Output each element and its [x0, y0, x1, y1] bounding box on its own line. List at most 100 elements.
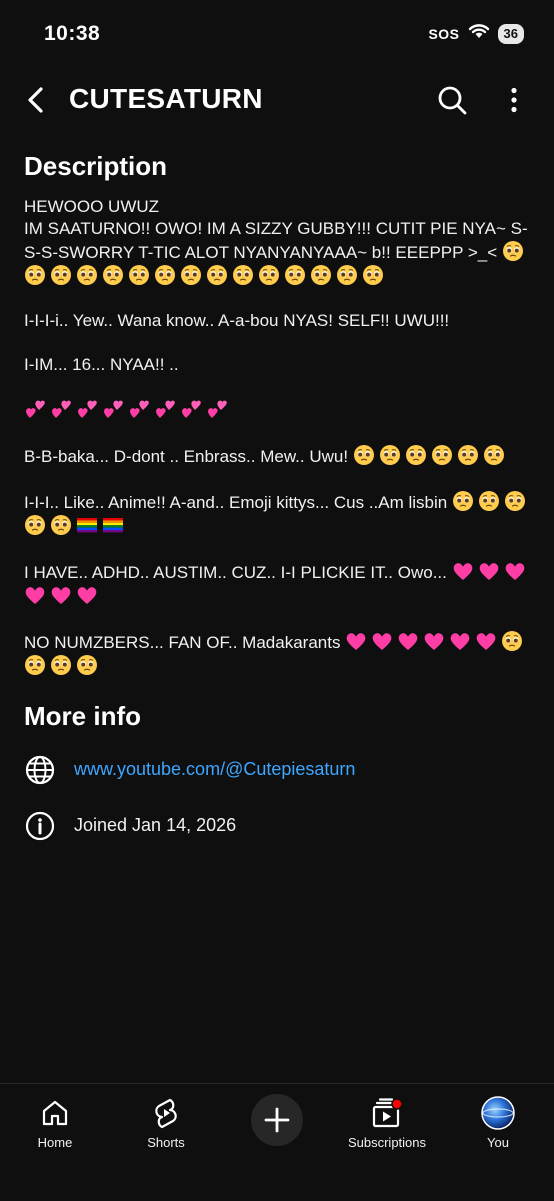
pleading-emoji-icon	[102, 264, 124, 286]
nav-home[interactable]: Home	[5, 1096, 105, 1150]
search-button[interactable]	[432, 80, 472, 120]
pleading-emoji-icon	[478, 490, 500, 512]
about-content: Description HEWOOO UWUZ IM SAATURNO!! OW…	[24, 150, 530, 846]
description-paragraph: HEWOOO UWUZ IM SAATURNO!! OWO! IM A SIZZ…	[24, 196, 530, 288]
pleading-emoji-icon	[457, 444, 479, 466]
more-info-heading: More info	[24, 700, 141, 731]
two-hearts-emoji-icon	[76, 398, 98, 420]
home-icon	[38, 1096, 72, 1130]
pleading-emoji-icon	[310, 264, 332, 286]
status-icons: SOS 36	[428, 23, 524, 44]
more-info-section: More info www.youtube.com/@Cutepiesaturn…	[24, 700, 530, 846]
description-paragraph	[24, 398, 530, 422]
sos-indicator: SOS	[428, 25, 460, 42]
channel-link[interactable]: www.youtube.com/@Cutepiesaturn	[74, 759, 355, 780]
status-time: 10:38	[44, 22, 101, 45]
status-bar: 10:38 SOS 36	[0, 0, 554, 70]
pink-heart-emoji-icon	[24, 584, 46, 606]
pleading-emoji-icon	[76, 654, 98, 676]
nav-shorts-label: Shorts	[147, 1135, 185, 1150]
pink-heart-emoji-icon	[475, 630, 497, 652]
pink-heart-emoji-icon	[504, 560, 526, 582]
description-paragraph: I-IM... 16... NYAA!! ..	[24, 354, 530, 376]
bottom-nav: Home Shorts Subscriptions You	[0, 1083, 554, 1201]
pleading-emoji-icon	[452, 490, 474, 512]
joined-date: Joined Jan 14, 2026	[74, 815, 237, 836]
globe-icon	[24, 754, 56, 786]
pleading-emoji-icon	[502, 240, 524, 262]
pleading-emoji-icon	[24, 514, 46, 536]
pleading-emoji-icon	[362, 264, 384, 286]
pleading-emoji-icon	[379, 444, 401, 466]
two-hearts-emoji-icon	[24, 398, 46, 420]
pleading-emoji-icon	[504, 490, 526, 512]
avatar	[481, 1096, 515, 1130]
two-hearts-emoji-icon	[128, 398, 150, 420]
two-hearts-emoji-icon	[206, 398, 228, 420]
two-hearts-emoji-icon	[50, 398, 72, 420]
search-icon	[438, 86, 467, 115]
pleading-emoji-icon	[50, 654, 72, 676]
description-paragraph-text: I-I-I.. Like.. Anime!! A-and.. Emoji kit…	[24, 492, 452, 512]
description-paragraph-text: NO NUMZBERS... FAN OF.. Madakarants	[24, 632, 346, 652]
pleading-emoji-icon	[24, 654, 46, 676]
pink-heart-emoji-icon	[423, 630, 445, 652]
pleading-emoji-icon	[180, 264, 202, 286]
pleading-emoji-icon	[405, 444, 427, 466]
pink-heart-emoji-icon	[50, 584, 72, 606]
pleading-emoji-icon	[50, 514, 72, 536]
app-bar: CUTESATURN	[0, 72, 554, 128]
channel-title: CUTESATURN	[69, 83, 263, 114]
pleading-emoji-icon	[206, 264, 228, 286]
description-paragraph-text: I HAVE.. ADHD.. AUSTIM.. CUZ.. I-I PLICK…	[24, 562, 452, 582]
pink-heart-emoji-icon	[345, 630, 367, 652]
pleading-emoji-icon	[336, 264, 358, 286]
nav-you[interactable]: You	[448, 1096, 548, 1150]
description-paragraph: B-B-baka... D-dont .. Enbrass.. Mew.. Uw…	[24, 444, 530, 468]
rainbow-flag-emoji-icon	[102, 514, 124, 536]
description-heading: Description	[24, 151, 168, 181]
more-options-button[interactable]	[496, 80, 532, 120]
battery-indicator: 36	[497, 23, 524, 44]
joined-row: Joined Jan 14, 2026	[24, 806, 530, 846]
pink-heart-emoji-icon	[452, 560, 474, 582]
pleading-emoji-icon	[154, 264, 176, 286]
more-vert-icon	[511, 87, 517, 113]
create-button[interactable]	[251, 1094, 303, 1146]
nav-subscriptions[interactable]: Subscriptions	[337, 1096, 437, 1150]
description-paragraph: I HAVE.. ADHD.. AUSTIM.. CUZ.. I-I PLICK…	[24, 560, 530, 608]
description-paragraph: I-I-I-i.. Yew.. Wana know.. A-a-bou NYAS…	[24, 310, 530, 332]
pleading-emoji-icon	[501, 630, 523, 652]
description-paragraph: I-I-I.. Like.. Anime!! A-and.. Emoji kit…	[24, 490, 530, 538]
description-paragraph-text: B-B-baka... D-dont .. Enbrass.. Mew.. Uw…	[24, 446, 353, 466]
description-paragraph: NO NUMZBERS... FAN OF.. Madakarants	[24, 630, 530, 678]
pink-heart-emoji-icon	[371, 630, 393, 652]
pink-heart-emoji-icon	[397, 630, 419, 652]
nav-shorts[interactable]: Shorts	[116, 1096, 216, 1150]
description-paragraph-text: HEWOOO UWUZ IM SAATURNO!! OWO! IM A SIZZ…	[24, 196, 528, 262]
nav-you-label: You	[487, 1135, 509, 1150]
description-text: HEWOOO UWUZ IM SAATURNO!! OWO! IM A SIZZ…	[24, 196, 530, 678]
channel-link-row: www.youtube.com/@Cutepiesaturn	[24, 750, 530, 790]
pleading-emoji-icon	[232, 264, 254, 286]
pleading-emoji-icon	[483, 444, 505, 466]
pleading-emoji-icon	[128, 264, 150, 286]
pleading-emoji-icon	[24, 264, 46, 286]
back-button[interactable]	[18, 82, 54, 118]
pink-heart-emoji-icon	[76, 584, 98, 606]
pleading-emoji-icon	[353, 444, 375, 466]
description-paragraph-text: I-I-I-i.. Yew.. Wana know.. A-a-bou NYAS…	[24, 310, 450, 330]
pink-heart-emoji-icon	[449, 630, 471, 652]
info-icon	[24, 810, 56, 842]
description-paragraph-text: I-IM... 16... NYAA!! ..	[24, 354, 179, 374]
pleading-emoji-icon	[76, 264, 98, 286]
wifi-icon	[468, 23, 490, 44]
nav-subscriptions-label: Subscriptions	[347, 1135, 427, 1150]
back-arrow-icon	[28, 87, 43, 113]
pleading-emoji-icon	[284, 264, 306, 286]
plus-icon	[264, 1107, 290, 1133]
two-hearts-emoji-icon	[154, 398, 176, 420]
two-hearts-emoji-icon	[102, 398, 124, 420]
pleading-emoji-icon	[431, 444, 453, 466]
pleading-emoji-icon	[50, 264, 72, 286]
